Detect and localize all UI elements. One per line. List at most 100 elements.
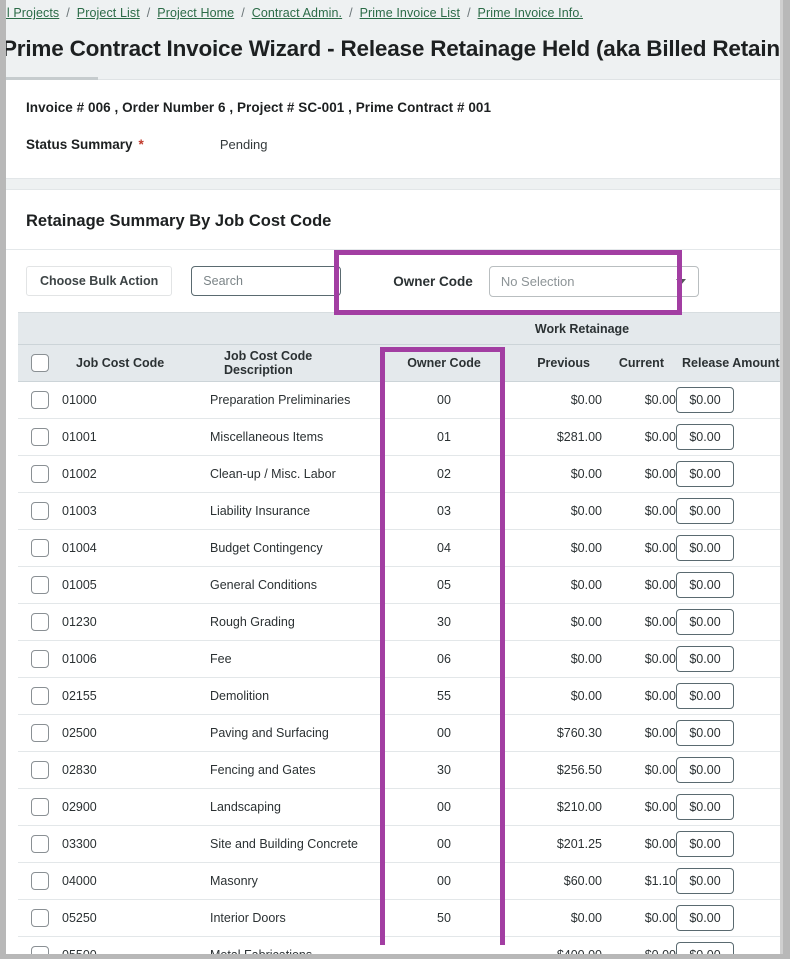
breadcrumb-link-1[interactable]: ll Projects bbox=[6, 6, 59, 20]
select-all-checkbox[interactable] bbox=[31, 354, 49, 372]
cell-previous: $0.00 bbox=[506, 455, 602, 493]
row-checkbox[interactable] bbox=[31, 687, 49, 705]
cell-owner-code: 30 bbox=[382, 603, 506, 641]
row-checkbox[interactable] bbox=[31, 650, 49, 668]
row-select-cell bbox=[18, 492, 62, 530]
release-amount-input[interactable] bbox=[676, 868, 734, 894]
cell-job-cost-code: 01230 bbox=[62, 603, 210, 641]
cell-release-amount bbox=[676, 640, 782, 678]
table-row[interactable]: 05250 Interior Doors 50 $0.00 $0.00 bbox=[18, 899, 782, 937]
release-amount-input[interactable] bbox=[676, 461, 734, 487]
table-row[interactable]: 01002 Clean-up / Misc. Labor 02 $0.00 $0.00 bbox=[18, 455, 782, 493]
cell-job-cost-code-description: Budget Contingency bbox=[210, 529, 382, 567]
row-checkbox[interactable] bbox=[31, 502, 49, 520]
cell-owner-code: 02 bbox=[382, 455, 506, 493]
cell-job-cost-code-description: Paving and Surfacing bbox=[210, 714, 382, 752]
breadcrumb-link-3[interactable]: Project Home bbox=[157, 6, 234, 20]
choose-bulk-action-button[interactable]: Choose Bulk Action bbox=[26, 266, 173, 296]
cell-owner-code: 00 bbox=[382, 862, 506, 900]
cell-owner-code: 00 bbox=[382, 381, 506, 419]
release-amount-input[interactable] bbox=[676, 831, 734, 857]
owner-code-select[interactable]: No Selection bbox=[488, 265, 699, 297]
cell-previous: $60.00 bbox=[506, 862, 602, 900]
table-row[interactable]: 01003 Liability Insurance 03 $0.00 $0.00 bbox=[18, 492, 782, 530]
release-amount-input[interactable] bbox=[676, 905, 734, 931]
cell-current: $0.00 bbox=[602, 381, 676, 419]
table-row[interactable]: 01005 General Conditions 05 $0.00 $0.00 bbox=[18, 566, 782, 604]
release-amount-input[interactable] bbox=[676, 794, 734, 820]
cell-job-cost-code-description: Preparation Preliminaries bbox=[210, 381, 382, 419]
cell-previous: $0.00 bbox=[506, 640, 602, 678]
breadcrumb-link-5[interactable]: Prime Invoice List bbox=[360, 6, 460, 20]
release-amount-input[interactable] bbox=[676, 572, 734, 598]
cell-owner-code: 03 bbox=[382, 492, 506, 530]
browser-viewport: ll Projects / Project List / Project Home / Co… bbox=[6, 0, 783, 959]
row-checkbox[interactable] bbox=[31, 835, 49, 853]
cell-owner-code: 50 bbox=[382, 899, 506, 937]
cell-release-amount bbox=[676, 862, 782, 900]
table-row[interactable]: 03300 Site and Building Concrete 00 $201.25… bbox=[18, 825, 782, 863]
column-header-job-cost-code-description[interactable]: Job Cost Code Description bbox=[210, 344, 382, 382]
column-header-previous[interactable]: Previous bbox=[506, 344, 602, 382]
row-checkbox[interactable] bbox=[31, 724, 49, 742]
table-row[interactable]: 01001 Miscellaneous Items 01 $281.00 $0.00 bbox=[18, 418, 782, 456]
row-checkbox[interactable] bbox=[31, 909, 49, 927]
row-checkbox[interactable] bbox=[31, 576, 49, 594]
release-amount-input[interactable] bbox=[676, 720, 734, 746]
cell-previous: $0.00 bbox=[506, 492, 602, 530]
column-header-current[interactable]: Current bbox=[602, 344, 676, 382]
breadcrumb-link-4[interactable]: Contract Admin. bbox=[252, 6, 342, 20]
table-row[interactable]: 02900 Landscaping 00 $210.00 $0.00 bbox=[18, 788, 782, 826]
release-amount-input[interactable] bbox=[676, 757, 734, 783]
table-row[interactable]: 01004 Budget Contingency 04 $0.00 $0.00 bbox=[18, 529, 782, 567]
row-checkbox[interactable] bbox=[31, 428, 49, 446]
page-content: ll Projects / Project List / Project Home / Co… bbox=[6, 0, 783, 959]
table-row[interactable]: 02500 Paving and Surfacing 00 $760.30 $0.00 bbox=[18, 714, 782, 752]
row-checkbox[interactable] bbox=[31, 761, 49, 779]
release-amount-input[interactable] bbox=[676, 387, 734, 413]
tab-strip-divider bbox=[98, 79, 783, 80]
table-row[interactable]: 01000 Preparation Preliminaries 00 $0.00 $0.… bbox=[18, 381, 782, 419]
table-row[interactable]: 02830 Fencing and Gates 30 $256.50 $0.00 bbox=[18, 751, 782, 789]
search-input[interactable] bbox=[191, 266, 342, 296]
breadcrumb-link-2[interactable]: Project List bbox=[77, 6, 140, 20]
breadcrumb-link-6[interactable]: Prime Invoice Info. bbox=[478, 6, 583, 20]
release-amount-input[interactable] bbox=[676, 498, 734, 524]
row-checkbox[interactable] bbox=[31, 539, 49, 557]
cell-current: $0.00 bbox=[602, 714, 676, 752]
group-header-spacer bbox=[18, 312, 382, 345]
cell-job-cost-code: 04000 bbox=[62, 862, 210, 900]
row-checkbox[interactable] bbox=[31, 465, 49, 483]
row-checkbox[interactable] bbox=[31, 798, 49, 816]
row-checkbox[interactable] bbox=[31, 391, 49, 409]
release-amount-input[interactable] bbox=[676, 609, 734, 635]
cell-current: $0.00 bbox=[602, 751, 676, 789]
table-row[interactable]: 01006 Fee 06 $0.00 $0.00 bbox=[18, 640, 782, 678]
cell-owner-code: 30 bbox=[382, 751, 506, 789]
page-chrome-right bbox=[783, 0, 790, 959]
cell-release-amount bbox=[676, 825, 782, 863]
cell-job-cost-code: 01001 bbox=[62, 418, 210, 456]
row-checkbox[interactable] bbox=[31, 872, 49, 890]
retainage-table: Work Retainage Job Cost Code Job Cost Co… bbox=[18, 312, 782, 959]
cell-job-cost-code: 02155 bbox=[62, 677, 210, 715]
cell-current: $0.00 bbox=[602, 418, 676, 456]
row-select-cell bbox=[18, 862, 62, 900]
release-amount-input[interactable] bbox=[676, 424, 734, 450]
column-header-job-cost-code[interactable]: Job Cost Code bbox=[62, 344, 210, 382]
column-header-release-amount[interactable]: Release Amount bbox=[676, 344, 782, 382]
table-row[interactable]: 04000 Masonry 00 $60.00 $1.10 bbox=[18, 862, 782, 900]
cell-previous: $0.00 bbox=[506, 381, 602, 419]
release-amount-input[interactable] bbox=[676, 646, 734, 672]
cell-release-amount bbox=[676, 529, 782, 567]
table-row[interactable]: 01230 Rough Grading 30 $0.00 $0.00 bbox=[18, 603, 782, 641]
table-row[interactable]: 02155 Demolition 55 $0.00 $0.00 bbox=[18, 677, 782, 715]
cell-job-cost-code: 01006 bbox=[62, 640, 210, 678]
retainage-section-header: Retainage Summary By Job Cost Code bbox=[6, 190, 783, 250]
release-amount-input[interactable] bbox=[676, 683, 734, 709]
release-amount-input[interactable] bbox=[676, 535, 734, 561]
column-header-owner-code[interactable]: Owner Code bbox=[382, 344, 506, 382]
cell-previous: $0.00 bbox=[506, 677, 602, 715]
row-checkbox[interactable] bbox=[31, 613, 49, 631]
cell-current: $0.00 bbox=[602, 455, 676, 493]
